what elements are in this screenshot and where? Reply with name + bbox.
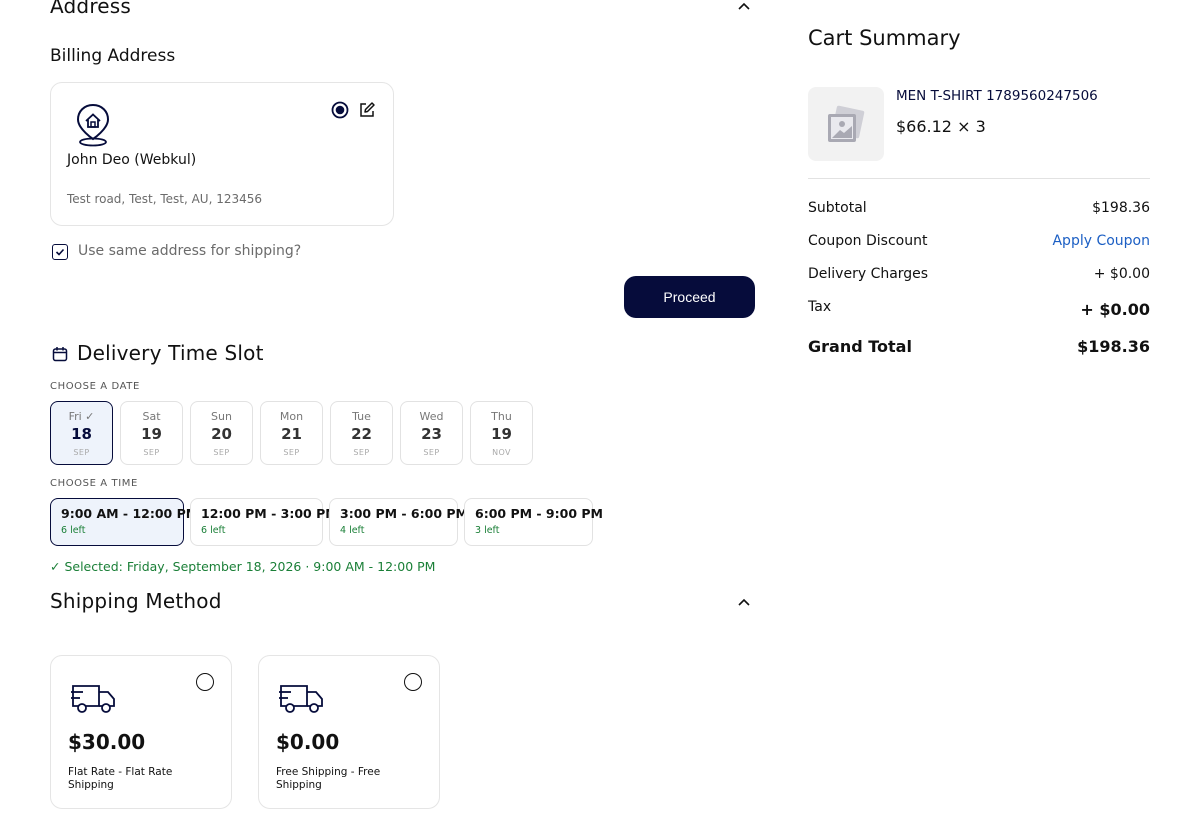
date-chip-day: Mon bbox=[279, 410, 304, 423]
date-chip[interactable]: Tue 22 SEP bbox=[330, 401, 393, 465]
time-slot-availability: 6 left bbox=[61, 525, 86, 536]
time-slot-chip[interactable]: 3:00 PM - 6:00 PM 4 left bbox=[329, 498, 468, 546]
date-chip-month: SEP bbox=[143, 448, 160, 457]
same-shipping-label[interactable]: Use same address for shipping? bbox=[78, 243, 301, 259]
date-chip-month: SEP bbox=[73, 448, 90, 457]
date-chip-month: SEP bbox=[213, 448, 230, 457]
shipping-method-radio[interactable] bbox=[196, 673, 214, 691]
shipping-method-price: $0.00 bbox=[276, 730, 340, 754]
time-slot-chip[interactable]: 6:00 PM - 9:00 PM 3 left bbox=[464, 498, 603, 546]
shipping-method-radio[interactable] bbox=[404, 673, 422, 691]
delivery-time-slot-title: Delivery Time Slot bbox=[77, 341, 264, 365]
time-slot-availability: 4 left bbox=[340, 525, 365, 536]
delivery-truck-icon bbox=[279, 680, 325, 720]
tax-label: Tax bbox=[808, 299, 832, 315]
address-line: Test road, Test, Test, AU, 123456 bbox=[67, 192, 263, 206]
home-location-icon bbox=[75, 102, 111, 152]
time-slot-range: 12:00 PM - 3:00 PM bbox=[201, 506, 338, 521]
date-chip-number: 19 bbox=[491, 425, 512, 443]
billing-address-title: Billing Address bbox=[50, 46, 176, 66]
billing-address-card[interactable]: John Deo (Webkul) Test road, Test, Test,… bbox=[50, 82, 394, 226]
address-section-title: Address bbox=[50, 0, 132, 18]
time-slot-chip[interactable]: 12:00 PM - 3:00 PM 6 left bbox=[190, 498, 338, 546]
shipping-method-price: $30.00 bbox=[68, 730, 146, 754]
date-chip[interactable]: Mon 21 SEP bbox=[260, 401, 323, 465]
time-slot-range: 3:00 PM - 6:00 PM bbox=[340, 506, 468, 521]
grand-total-value: $198.36 bbox=[1077, 337, 1150, 356]
time-slot-chip[interactable]: 9:00 AM - 12:00 PM 6 left bbox=[50, 498, 199, 546]
product-name[interactable]: MEN T-SHIRT 1789560247506 bbox=[896, 88, 1098, 104]
shipping-method-description: Free Shipping - Free Shipping bbox=[276, 766, 381, 791]
proceed-button[interactable]: Proceed bbox=[624, 276, 755, 318]
date-chip[interactable]: Wed 23 SEP bbox=[400, 401, 463, 465]
date-chip[interactable]: Thu 19 NOV bbox=[470, 401, 533, 465]
edit-icon[interactable] bbox=[358, 101, 376, 123]
shipping-method-card[interactable]: $0.00 Free Shipping - Free Shipping bbox=[258, 655, 440, 809]
address-selected-radio[interactable] bbox=[331, 101, 349, 123]
date-chip-day: Tue bbox=[352, 410, 371, 423]
date-chip-number: 20 bbox=[211, 425, 232, 443]
date-chip-day: Thu bbox=[491, 410, 512, 423]
shipping-method-title: Shipping Method bbox=[50, 589, 222, 613]
date-chip-month: SEP bbox=[283, 448, 300, 457]
date-chip-day: Fri ✓ bbox=[68, 410, 95, 423]
product-price-quantity: $66.12 × 3 bbox=[896, 117, 986, 136]
product-thumbnail[interactable] bbox=[808, 87, 884, 161]
subtotal-label: Subtotal bbox=[808, 200, 867, 216]
date-chip-number: 18 bbox=[71, 425, 92, 443]
date-chip[interactable]: Sat 19 SEP bbox=[120, 401, 183, 465]
date-chip-month: SEP bbox=[423, 448, 440, 457]
selected-slot-summary: ✓ Selected: Friday, September 18, 2026 ·… bbox=[50, 559, 436, 574]
date-chip-month: SEP bbox=[353, 448, 370, 457]
date-chip-day: Sun bbox=[211, 410, 232, 423]
grand-total-label: Grand Total bbox=[808, 337, 912, 356]
subtotal-value: $198.36 bbox=[1092, 200, 1150, 216]
time-slot-range: 9:00 AM - 12:00 PM bbox=[61, 506, 199, 521]
date-chip-number: 21 bbox=[281, 425, 302, 443]
cart-summary-title: Cart Summary bbox=[808, 26, 961, 50]
time-slot-range: 6:00 PM - 9:00 PM bbox=[475, 506, 603, 521]
date-chip[interactable]: Sun 20 SEP bbox=[190, 401, 253, 465]
choose-time-label: CHOOSE A TIME bbox=[50, 478, 138, 489]
image-placeholder-icon bbox=[828, 105, 865, 142]
shipping-method-description: Flat Rate - Flat Rate Shipping bbox=[68, 766, 173, 791]
delivery-charges-value: + $0.00 bbox=[1093, 266, 1150, 282]
address-name: John Deo (Webkul) bbox=[67, 152, 197, 168]
date-chip-number: 22 bbox=[351, 425, 372, 443]
date-chip[interactable]: Fri ✓ 18 SEP bbox=[50, 401, 113, 465]
shipping-method-card[interactable]: $30.00 Flat Rate - Flat Rate Shipping bbox=[50, 655, 232, 809]
date-chip-number: 23 bbox=[421, 425, 442, 443]
time-slot-availability: 6 left bbox=[201, 525, 226, 536]
tax-value: + $0.00 bbox=[1080, 300, 1150, 319]
same-shipping-checkbox[interactable] bbox=[52, 244, 68, 260]
summary-divider bbox=[808, 178, 1150, 179]
apply-coupon-link[interactable]: Apply Coupon bbox=[1052, 233, 1150, 249]
coupon-discount-label: Coupon Discount bbox=[808, 233, 928, 249]
date-chip-day: Sat bbox=[142, 410, 161, 423]
delivery-truck-icon bbox=[71, 680, 117, 720]
time-slot-availability: 3 left bbox=[475, 525, 500, 536]
date-chip-day: Wed bbox=[419, 410, 444, 423]
address-collapse-chevron-icon[interactable] bbox=[737, 0, 751, 18]
date-chip-month: NOV bbox=[492, 448, 511, 457]
delivery-charges-label: Delivery Charges bbox=[808, 266, 929, 282]
check-icon bbox=[55, 248, 65, 256]
shipping-collapse-chevron-icon[interactable] bbox=[737, 595, 751, 614]
choose-date-label: CHOOSE A DATE bbox=[50, 381, 140, 392]
date-chip-number: 19 bbox=[141, 425, 162, 443]
calendar-icon bbox=[52, 346, 68, 366]
